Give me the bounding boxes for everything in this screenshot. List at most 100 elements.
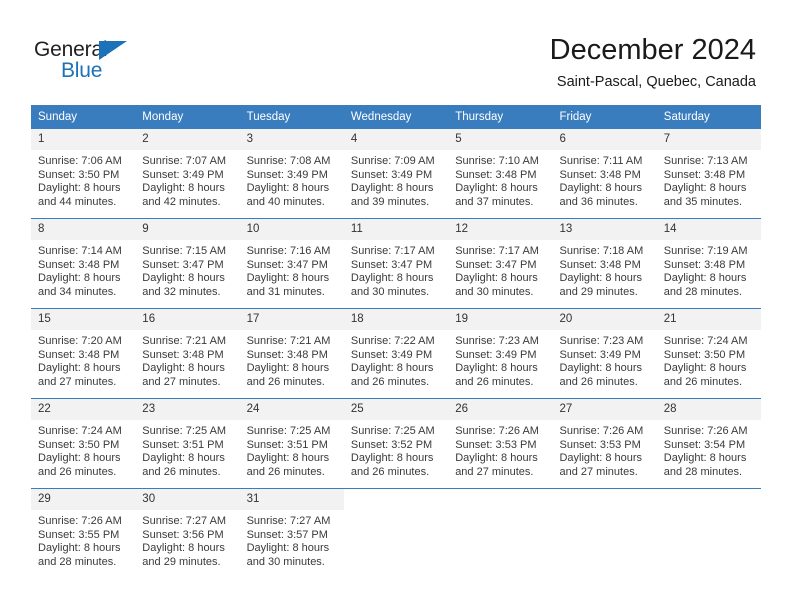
calendar-day-cell[interactable]: 21 Sunrise: 7:24 AM Sunset: 3:50 PM Dayligh… bbox=[656, 308, 762, 399]
daylight-duration-line2: and 27 minutes. bbox=[559, 465, 638, 478]
sunrise-time: Sunrise: 7:26 AM bbox=[559, 425, 644, 437]
day-number: 21 bbox=[656, 309, 762, 330]
calendar-day-cell[interactable]: 10 Sunrise: 7:16 AM Sunset: 3:47 PM Dayligh… bbox=[239, 218, 344, 309]
calendar-day-cell[interactable]: 3 Sunrise: 7:08 AM Sunset: 3:49 PM Daylight… bbox=[239, 128, 344, 219]
day-number: 14 bbox=[656, 219, 762, 240]
sunset-time: Sunset: 3:49 PM bbox=[455, 348, 537, 361]
day-cell-inner: 9 Sunrise: 7:15 AM Sunset: 3:47 PM Daylight… bbox=[135, 219, 240, 308]
day-sun-info: Sunrise: 7:27 AM Sunset: 3:56 PM Daylight:… bbox=[135, 510, 239, 569]
calendar-day-cell[interactable]: 6 Sunrise: 7:11 AM Sunset: 3:48 PM Daylight… bbox=[552, 128, 657, 219]
calendar-day-cell[interactable]: 5 Sunrise: 7:10 AM Sunset: 3:48 PM Daylight… bbox=[448, 128, 553, 219]
calendar-day-cell[interactable]: 22 Sunrise: 7:24 AM Sunset: 3:50 PM Dayligh… bbox=[31, 398, 136, 489]
daylight-duration-line2: and 27 minutes. bbox=[142, 375, 221, 388]
day-number: 9 bbox=[135, 219, 240, 240]
calendar-day-cell[interactable]: 29 Sunrise: 7:26 AM Sunset: 3:55 PM Dayligh… bbox=[31, 488, 136, 578]
daylight-duration-line1: Daylight: 8 hours bbox=[38, 272, 121, 285]
sunset-time: Sunset: 3:48 PM bbox=[663, 168, 746, 181]
weekday-header-tuesday: Tuesday bbox=[239, 105, 344, 129]
daylight-duration-line2: and 26 minutes. bbox=[142, 465, 221, 478]
calendar-day-cell[interactable]: 8 Sunrise: 7:14 AM Sunset: 3:48 PM Daylight… bbox=[31, 218, 136, 309]
day-sun-info: Sunrise: 7:23 AM Sunset: 3:49 PM Daylight:… bbox=[552, 330, 656, 389]
calendar-day-cell[interactable]: 14 Sunrise: 7:19 AM Sunset: 3:48 PM Dayligh… bbox=[656, 218, 762, 309]
day-sun-info: Sunrise: 7:23 AM Sunset: 3:49 PM Daylight:… bbox=[448, 330, 552, 389]
calendar-day-cell[interactable]: 11 Sunrise: 7:17 AM Sunset: 3:47 PM Dayligh… bbox=[343, 218, 449, 309]
day-number: 26 bbox=[448, 399, 553, 420]
day-sun-info: Sunrise: 7:26 AM Sunset: 3:54 PM Daylight:… bbox=[657, 420, 761, 479]
calendar-day-cell[interactable]: 12 Sunrise: 7:17 AM Sunset: 3:47 PM Dayligh… bbox=[448, 218, 553, 309]
empty-cell-filler bbox=[552, 489, 656, 578]
day-sun-info: Sunrise: 7:19 AM Sunset: 3:48 PM Daylight:… bbox=[657, 240, 761, 299]
day-sun-info: Sunrise: 7:10 AM Sunset: 3:48 PM Daylight:… bbox=[448, 150, 552, 209]
daylight-duration-line1: Daylight: 8 hours bbox=[350, 362, 434, 375]
sunrise-time: Sunrise: 7:18 AM bbox=[559, 245, 644, 257]
daylight-duration-line1: Daylight: 8 hours bbox=[559, 452, 643, 465]
day-cell-inner: 30 Sunrise: 7:27 AM Sunset: 3:56 PM Dayligh… bbox=[135, 489, 240, 578]
calendar-day-cell[interactable]: 30 Sunrise: 7:27 AM Sunset: 3:56 PM Dayligh… bbox=[135, 488, 240, 578]
calendar-day-cell[interactable]: 20 Sunrise: 7:23 AM Sunset: 3:49 PM Dayligh… bbox=[552, 308, 657, 399]
empty-cell-filler bbox=[344, 489, 448, 578]
day-number: 3 bbox=[239, 129, 344, 150]
sunrise-time: Sunrise: 7:22 AM bbox=[350, 335, 435, 347]
daylight-duration-line2: and 37 minutes. bbox=[455, 195, 534, 208]
sunset-time: Sunset: 3:55 PM bbox=[38, 528, 120, 541]
day-cell-inner: 10 Sunrise: 7:16 AM Sunset: 3:47 PM Dayligh… bbox=[239, 219, 344, 308]
calendar-day-cell[interactable]: 9 Sunrise: 7:15 AM Sunset: 3:47 PM Daylight… bbox=[135, 218, 240, 309]
day-sun-info: Sunrise: 7:21 AM Sunset: 3:48 PM Daylight:… bbox=[135, 330, 239, 389]
day-sun-info: Sunrise: 7:21 AM Sunset: 3:48 PM Daylight:… bbox=[240, 330, 344, 389]
calendar-day-cell[interactable]: 19 Sunrise: 7:23 AM Sunset: 3:49 PM Dayligh… bbox=[448, 308, 553, 399]
page-header: General Blue December 2024 Saint-Pascal,… bbox=[0, 0, 792, 104]
day-sun-info: Sunrise: 7:26 AM Sunset: 3:55 PM Daylight:… bbox=[31, 510, 135, 569]
sunrise-time: Sunrise: 7:13 AM bbox=[663, 155, 748, 167]
sunrise-sunset-calendar: Sunday Monday Tuesday Wednesday Thursday… bbox=[31, 105, 762, 578]
day-sun-info: Sunrise: 7:06 AM Sunset: 3:50 PM Daylight:… bbox=[31, 150, 135, 209]
calendar-day-cell[interactable]: 13 Sunrise: 7:18 AM Sunset: 3:48 PM Dayligh… bbox=[552, 218, 657, 309]
sunset-time: Sunset: 3:52 PM bbox=[350, 438, 433, 451]
sunrise-time: Sunrise: 7:27 AM bbox=[246, 515, 331, 527]
page-subtitle: Saint-Pascal, Quebec, Canada bbox=[556, 74, 756, 90]
calendar-day-cell[interactable]: 27 Sunrise: 7:26 AM Sunset: 3:53 PM Dayligh… bbox=[552, 398, 657, 489]
calendar-day-cell[interactable]: 26 Sunrise: 7:26 AM Sunset: 3:53 PM Dayligh… bbox=[448, 398, 553, 489]
daylight-duration-line2: and 30 minutes. bbox=[350, 285, 430, 298]
daylight-duration-line2: and 29 minutes. bbox=[142, 555, 221, 568]
calendar-day-cell-empty bbox=[448, 488, 553, 578]
calendar-day-cell-empty bbox=[552, 488, 657, 578]
daylight-duration-line2: and 26 minutes. bbox=[455, 375, 534, 388]
daylight-duration-line1: Daylight: 8 hours bbox=[350, 182, 434, 195]
calendar-day-cell[interactable]: 17 Sunrise: 7:21 AM Sunset: 3:48 PM Dayligh… bbox=[239, 308, 344, 399]
day-number: 16 bbox=[135, 309, 240, 330]
calendar-day-cell[interactable]: 18 Sunrise: 7:22 AM Sunset: 3:49 PM Dayligh… bbox=[343, 308, 449, 399]
weekday-header-thursday: Thursday bbox=[448, 105, 553, 129]
general-blue-logo[interactable]: General Blue bbox=[34, 38, 164, 86]
daylight-duration-line1: Daylight: 8 hours bbox=[559, 272, 643, 285]
day-cell-inner: 17 Sunrise: 7:21 AM Sunset: 3:48 PM Dayligh… bbox=[239, 309, 344, 398]
sunrise-time: Sunrise: 7:25 AM bbox=[142, 425, 227, 437]
day-number: 24 bbox=[239, 399, 344, 420]
calendar-day-cell[interactable]: 24 Sunrise: 7:25 AM Sunset: 3:51 PM Dayligh… bbox=[239, 398, 344, 489]
sunrise-time: Sunrise: 7:26 AM bbox=[663, 425, 748, 437]
calendar-day-cell[interactable]: 16 Sunrise: 7:21 AM Sunset: 3:48 PM Dayligh… bbox=[135, 308, 240, 399]
daylight-duration-line1: Daylight: 8 hours bbox=[246, 542, 330, 555]
sunrise-time: Sunrise: 7:16 AM bbox=[246, 245, 331, 257]
calendar-week-row: 29 Sunrise: 7:26 AM Sunset: 3:55 PM Dayligh… bbox=[31, 488, 762, 578]
day-cell-inner: 11 Sunrise: 7:17 AM Sunset: 3:47 PM Dayligh… bbox=[343, 219, 449, 308]
calendar-day-cell[interactable]: 23 Sunrise: 7:25 AM Sunset: 3:51 PM Dayligh… bbox=[135, 398, 240, 489]
calendar-day-cell[interactable]: 1 Sunrise: 7:06 AM Sunset: 3:50 PM Daylight… bbox=[31, 128, 136, 219]
calendar-day-cell[interactable]: 4 Sunrise: 7:09 AM Sunset: 3:49 PM Daylight… bbox=[343, 128, 449, 219]
calendar-day-cell[interactable]: 28 Sunrise: 7:26 AM Sunset: 3:54 PM Dayligh… bbox=[656, 398, 762, 489]
weekday-header-friday: Friday bbox=[552, 105, 657, 129]
daylight-duration-line2: and 28 minutes. bbox=[663, 465, 743, 478]
calendar-day-cell[interactable]: 7 Sunrise: 7:13 AM Sunset: 3:48 PM Daylight… bbox=[656, 128, 762, 219]
sunset-time: Sunset: 3:47 PM bbox=[246, 258, 328, 271]
day-cell-inner: 8 Sunrise: 7:14 AM Sunset: 3:48 PM Daylight… bbox=[31, 219, 136, 308]
day-sun-info: Sunrise: 7:25 AM Sunset: 3:51 PM Daylight:… bbox=[240, 420, 344, 479]
calendar-day-cell[interactable]: 25 Sunrise: 7:25 AM Sunset: 3:52 PM Dayligh… bbox=[343, 398, 449, 489]
daylight-duration-line2: and 36 minutes. bbox=[559, 195, 638, 208]
calendar-day-cell[interactable]: 2 Sunrise: 7:07 AM Sunset: 3:49 PM Daylight… bbox=[135, 128, 240, 219]
daylight-duration-line1: Daylight: 8 hours bbox=[663, 182, 747, 195]
day-number: 19 bbox=[448, 309, 553, 330]
weekday-header-sunday: Sunday bbox=[31, 105, 136, 129]
calendar-day-cell[interactable]: 31 Sunrise: 7:27 AM Sunset: 3:57 PM Dayligh… bbox=[239, 488, 344, 578]
sunrise-time: Sunrise: 7:21 AM bbox=[246, 335, 331, 347]
daylight-duration-line2: and 28 minutes. bbox=[663, 285, 743, 298]
calendar-day-cell[interactable]: 15 Sunrise: 7:20 AM Sunset: 3:48 PM Dayligh… bbox=[31, 308, 136, 399]
